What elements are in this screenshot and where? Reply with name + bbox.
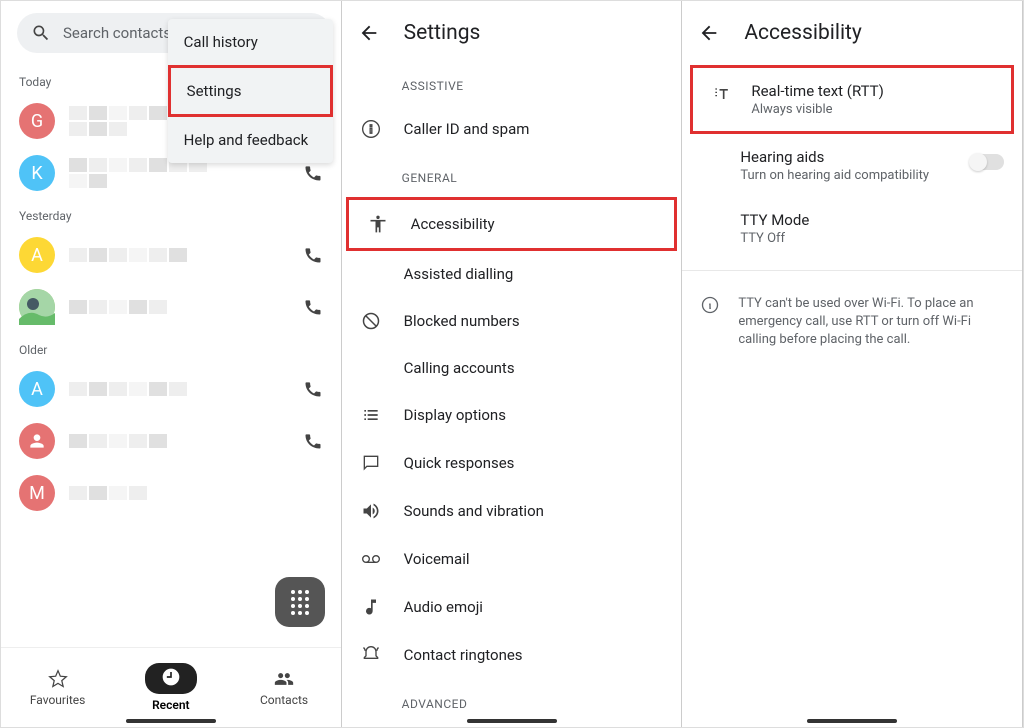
- redacted-name: [69, 248, 209, 262]
- info-icon: [700, 295, 720, 315]
- menu-help-feedback[interactable]: Help and feedback: [168, 117, 333, 163]
- group-advanced: ADVANCED: [342, 679, 682, 723]
- chat-icon: [361, 453, 381, 473]
- recents-panel: Search contacts Call history Settings He…: [1, 1, 342, 727]
- tty-info: TTY can't be used over Wi-Fi. To place a…: [682, 281, 1022, 364]
- accessibility-icon: [368, 214, 388, 234]
- group-assistive: ASSISTIVE: [342, 61, 682, 105]
- home-indicator: [807, 719, 897, 723]
- section-older: Older: [1, 333, 341, 363]
- menu-settings[interactable]: Settings: [168, 65, 333, 117]
- row-tty-mode[interactable]: TTY Mode TTY Off: [682, 197, 1022, 260]
- volume-icon: [361, 501, 381, 521]
- row-caller-announce[interactable]: Caller ID announcement: [342, 723, 682, 727]
- row-assisted-dialling[interactable]: Assisted dialling: [342, 251, 682, 297]
- dialpad-fab[interactable]: [275, 577, 325, 627]
- music-note-icon: [361, 597, 381, 617]
- back-icon[interactable]: [358, 22, 380, 44]
- people-icon: [274, 669, 294, 689]
- rtt-icon: [712, 84, 732, 104]
- voicemail-icon: [361, 549, 381, 569]
- redacted-name: [69, 300, 209, 314]
- star-icon: [48, 669, 68, 689]
- nav-recent[interactable]: Recent: [114, 648, 227, 727]
- settings-header: Settings: [342, 1, 682, 61]
- info-icon: [361, 119, 381, 139]
- row-ringtones[interactable]: Contact ringtones: [342, 631, 682, 679]
- avatar: M: [19, 475, 55, 511]
- menu-call-history[interactable]: Call history: [168, 19, 333, 65]
- divider: [682, 270, 1022, 271]
- row-caller-id[interactable]: Caller ID and spam: [342, 105, 682, 153]
- row-voicemail[interactable]: Voicemail: [342, 535, 682, 583]
- accessibility-panel: Accessibility Real-time text (RTT) Alway…: [682, 1, 1023, 727]
- contact-row[interactable]: A: [1, 229, 341, 281]
- overflow-menu: Call history Settings Help and feedback: [168, 19, 333, 163]
- bottom-nav: Favourites Recent Contacts: [1, 647, 341, 727]
- hearing-aids-toggle[interactable]: [970, 154, 1004, 170]
- phone-icon[interactable]: [303, 163, 323, 183]
- avatar-person-icon: [19, 423, 55, 459]
- search-placeholder: Search contacts: [63, 24, 171, 42]
- phone-icon[interactable]: [303, 431, 323, 451]
- row-blocked[interactable]: Blocked numbers: [342, 297, 682, 345]
- home-indicator: [467, 719, 557, 723]
- row-hearing-aids[interactable]: Hearing aids Turn on hearing aid compati…: [682, 134, 1022, 197]
- block-icon: [361, 311, 381, 331]
- ringtone-icon: [361, 645, 381, 665]
- row-audio-emoji[interactable]: Audio emoji: [342, 583, 682, 631]
- avatar-photo: [19, 289, 55, 325]
- clock-icon: [161, 667, 181, 687]
- settings-panel: Settings ASSISTIVE Caller ID and spam GE…: [342, 1, 683, 727]
- avatar: K: [19, 155, 55, 191]
- back-icon[interactable]: [698, 22, 720, 44]
- redacted-name: [69, 382, 209, 396]
- row-quick-responses[interactable]: Quick responses: [342, 439, 682, 487]
- row-accessibility[interactable]: Accessibility: [346, 197, 678, 251]
- page-title: Accessibility: [744, 21, 862, 45]
- avatar: A: [19, 371, 55, 407]
- search-icon: [31, 23, 51, 43]
- avatar: A: [19, 237, 55, 273]
- redacted-name: [69, 434, 209, 448]
- phone-icon[interactable]: [303, 297, 323, 317]
- row-sounds[interactable]: Sounds and vibration: [342, 487, 682, 535]
- home-indicator: [126, 719, 216, 723]
- phone-icon[interactable]: [303, 379, 323, 399]
- avatar: G: [19, 103, 55, 139]
- nav-contacts[interactable]: Contacts: [227, 648, 340, 727]
- dialpad-icon: [291, 590, 309, 615]
- row-rtt[interactable]: Real-time text (RTT) Always visible: [690, 65, 1014, 134]
- contact-row[interactable]: [1, 281, 341, 333]
- section-yesterday: Yesterday: [1, 199, 341, 229]
- redacted-name: [69, 486, 209, 500]
- nav-favourites[interactable]: Favourites: [1, 648, 114, 727]
- contact-row[interactable]: A: [1, 363, 341, 415]
- row-display-options[interactable]: Display options: [342, 391, 682, 439]
- row-calling-accounts[interactable]: Calling accounts: [342, 345, 682, 391]
- phone-icon[interactable]: [303, 245, 323, 265]
- page-title: Settings: [404, 21, 481, 45]
- group-general: GENERAL: [342, 153, 682, 197]
- contact-row[interactable]: M: [1, 467, 341, 519]
- accessibility-header: Accessibility: [682, 1, 1022, 61]
- contact-row[interactable]: [1, 415, 341, 467]
- list-icon: [361, 405, 381, 425]
